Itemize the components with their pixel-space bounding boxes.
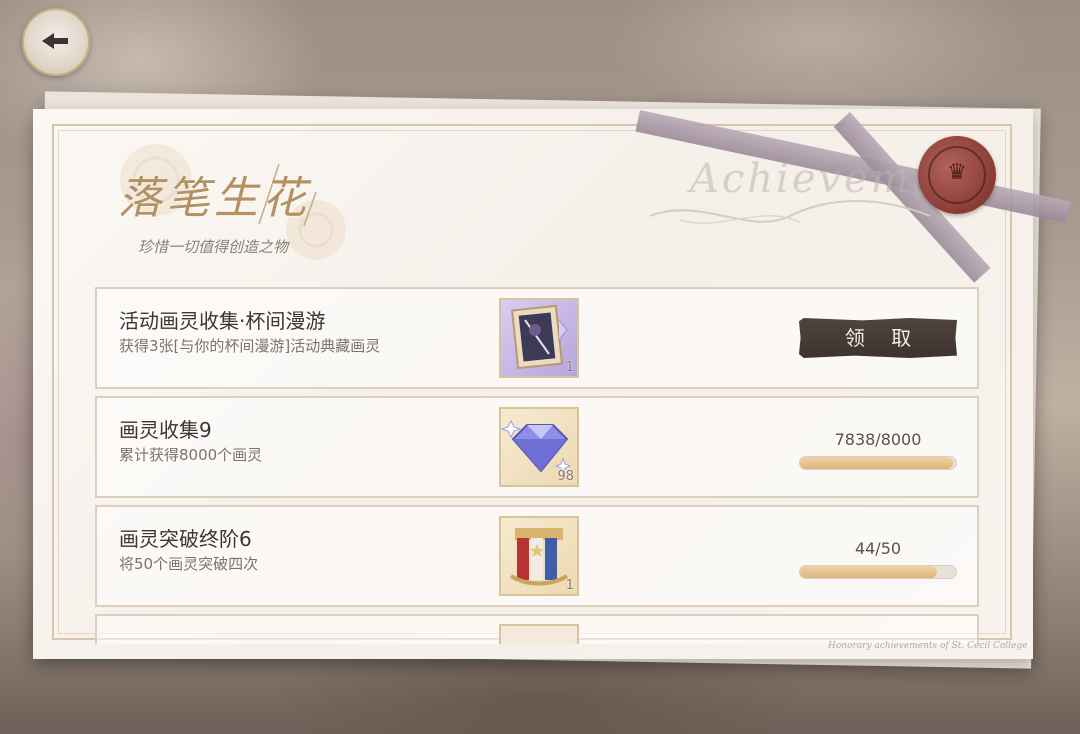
achievement-title: 活动画灵收集·杯间漫游 [119, 309, 326, 333]
flourish-decoration [649, 200, 931, 224]
reward-item[interactable]: 1 [499, 298, 579, 378]
achievement-row [95, 614, 979, 644]
achievement-row: 画灵突破终阶6 将50个画灵突破四次 1 44/50 [95, 505, 979, 607]
progress-fill [800, 566, 938, 578]
achievement-title: 画灵收集9 [119, 418, 212, 442]
progress-text: 44/50 [854, 539, 902, 558]
progress-fill [800, 457, 953, 469]
progress-bar [799, 456, 957, 470]
achievement-description: 获得3张[与你的杯间漫游]活动典藏画灵 [119, 337, 381, 355]
reward-quantity: 1 [565, 360, 574, 375]
achievement-row: 活动画灵收集·杯间漫游 获得3张[与你的杯间漫游]活动典藏画灵 1 领 取 [95, 287, 979, 389]
page-title: 落笔生花 [118, 173, 310, 224]
reward-quantity: 1 [565, 578, 574, 593]
wax-seal-icon: ♛ [918, 136, 996, 214]
page-subtitle: 珍惜一切值得创造之物 [138, 238, 289, 256]
achievement-title: 画灵突破终阶6 [119, 527, 252, 551]
progress-bar [799, 565, 957, 579]
reward-item[interactable]: 1 [499, 516, 579, 596]
back-arrow-icon [42, 33, 68, 49]
achievement-row: 画灵收集9 累计获得8000个画灵 98 7838/8000 [95, 396, 979, 498]
progress-text: 7838/8000 [834, 430, 922, 449]
reward-quantity: 98 [557, 469, 574, 484]
reward-item[interactable]: 98 [499, 407, 579, 487]
achievement-description: 将50个画灵突破四次 [119, 555, 259, 573]
reward-item [499, 624, 579, 644]
back-button[interactable] [22, 8, 90, 76]
achievement-description: 累计获得8000个画灵 [119, 446, 263, 464]
footer-caption: Honorary achievements of St. Cecil Colle… [828, 641, 1028, 651]
claim-button[interactable]: 领 取 [799, 318, 957, 358]
